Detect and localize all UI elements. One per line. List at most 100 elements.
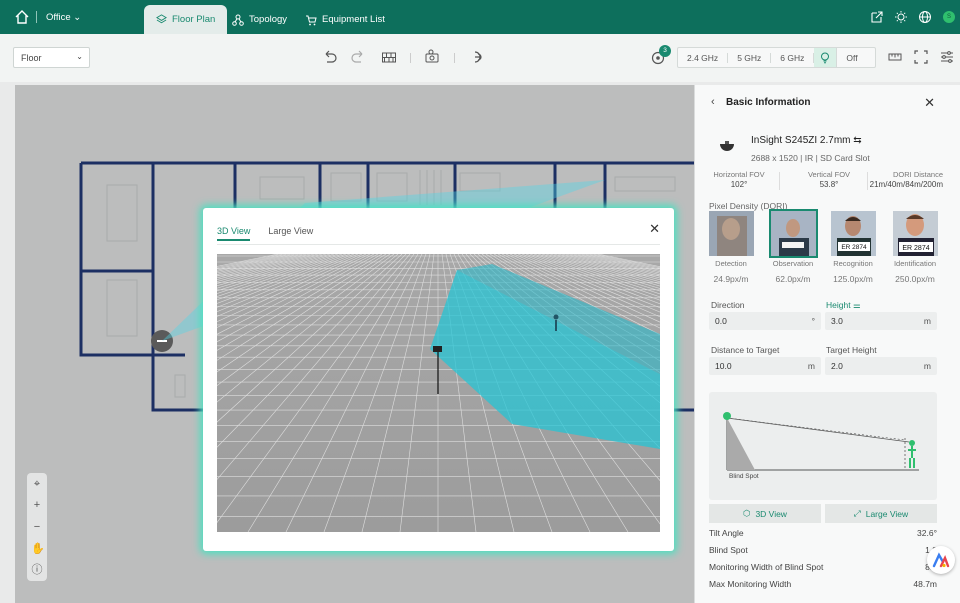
stat-row: Blind Spot1.8 (709, 545, 937, 555)
fov-horizontal: Horizontal FOV 102° (709, 170, 769, 190)
distance-label: Distance to Target (711, 345, 780, 355)
camera-model (433, 346, 442, 352)
dori-label: Observation (772, 259, 814, 268)
3d-scene (217, 254, 660, 532)
band-5ghz[interactable]: 5 GHz (728, 52, 772, 63)
tab-label: Equipment List (322, 14, 385, 25)
field-unit: m (923, 316, 931, 326)
stat-row: Tilt Angle 32.6° (709, 528, 937, 538)
locate-icon[interactable]: ⌖ (31, 478, 43, 490)
distance-input[interactable]: 10.0 m (709, 357, 821, 375)
ruler-icon[interactable] (887, 48, 903, 66)
fov-value: 21m/40m/84m/200m (869, 180, 943, 189)
divider (454, 53, 455, 63)
avatar[interactable]: S (943, 11, 955, 23)
divider (779, 172, 780, 190)
cart-icon (306, 15, 317, 25)
undo-icon[interactable] (322, 48, 338, 66)
redo-icon[interactable] (350, 48, 366, 66)
map-controls: ⌖ + − ✋ ⓘ (27, 473, 47, 581)
settings-sliders-icon[interactable] (939, 48, 955, 66)
dori-thumb-identification[interactable]: ER 2874 (893, 211, 938, 256)
tab-floor-plan[interactable]: Floor Plan (144, 5, 228, 34)
field-value: 0.0 (715, 316, 727, 326)
external-link-icon[interactable] (870, 10, 884, 24)
stat-label: Tilt Angle (709, 528, 744, 538)
stat-value: 32.6° (917, 528, 937, 538)
adjust-icon[interactable]: ⚌ (853, 300, 861, 310)
height-input[interactable]: 3.0 m (825, 312, 937, 330)
heatmap-state[interactable]: Off (837, 53, 866, 63)
3d-viewport[interactable] (217, 254, 660, 532)
assistant-logo-icon (932, 552, 950, 568)
zoom-in-icon[interactable]: + (31, 499, 43, 511)
sun-icon[interactable] (894, 10, 908, 24)
floor-select-value: Floor (21, 53, 42, 63)
camera-icon (720, 141, 734, 151)
stat-label: Blind Spot (709, 545, 748, 555)
hand-pan-icon[interactable]: ✋ (31, 543, 45, 555)
camera-specs: 2688 x 1520 | IR | SD Card Slot (751, 153, 870, 163)
fullscreen-icon[interactable] (913, 48, 929, 66)
dori-distance: DORI Distance 21m/40m/84m/200m (867, 170, 943, 190)
target-height-label: Target Height (826, 345, 877, 355)
floor-select[interactable]: Floor ⌄ (13, 47, 90, 68)
model-text: InSight S245ZI 2.7mm (751, 135, 851, 146)
stat-value: 48.7m (913, 579, 937, 589)
tab-equipment-list[interactable]: Equipment List (293, 5, 397, 34)
divider (36, 11, 37, 23)
dori-thumb-observation[interactable] (769, 209, 818, 258)
close-icon[interactable]: ✕ (649, 221, 660, 237)
info-icon[interactable]: ⓘ (31, 564, 43, 576)
camera-model-name: InSight S245ZI 2.7mm ⇆ (751, 135, 862, 146)
toolbar: Floor ⌄ 3 2.4 GHz 5 GHz 6 GHz Off (0, 34, 960, 82)
home-icon[interactable] (14, 9, 30, 25)
swap-icon[interactable]: ⇆ (853, 135, 861, 146)
wall-icon[interactable] (381, 48, 397, 66)
chevron-down-icon: ⌄ (73, 12, 82, 23)
tab-label: Floor Plan (172, 14, 216, 25)
fov-label: DORI Distance (892, 170, 943, 179)
tab-3d-view[interactable]: 3D View (217, 226, 251, 241)
height-label: Height ⚌ (826, 300, 861, 311)
site-selector[interactable]: Office ⌄ (46, 12, 81, 23)
band-6ghz[interactable]: 6 GHz (771, 52, 815, 63)
dori-label: Identification (893, 259, 937, 268)
camera-add-icon[interactable] (424, 48, 442, 66)
tab-label: Topology (249, 14, 288, 25)
dori-value: 125.0px/m (833, 274, 873, 284)
view-modal: 3D View Large View ✕ (203, 208, 674, 551)
dori-thumb-recognition[interactable]: ER 2874 (831, 211, 876, 256)
back-icon[interactable]: ‹ (711, 96, 715, 108)
band-2-4ghz[interactable]: 2.4 GHz (678, 52, 729, 63)
plate-text: ER 2874 (841, 244, 867, 251)
assistant-button[interactable] (927, 546, 955, 574)
fov-value: 102° (730, 180, 748, 189)
blind-spot-label: Blind Spot (729, 473, 759, 480)
bulb-icon (821, 52, 830, 63)
dori-thumb-detection[interactable] (709, 211, 754, 256)
signal-icon[interactable] (470, 48, 486, 66)
globe-icon[interactable] (918, 10, 932, 24)
chevron-down-icon: ⌄ (76, 52, 83, 61)
tab-large-view[interactable]: Large View (268, 226, 313, 236)
close-icon[interactable]: ✕ (924, 95, 935, 111)
direction-input[interactable]: 0.0 ° (709, 312, 821, 330)
large-view-button[interactable]: ⤢ Large View (825, 504, 937, 523)
heatmap-toggle[interactable] (814, 48, 838, 67)
coverage-diagram: Blind Spot (709, 392, 937, 500)
divider (410, 53, 411, 63)
3d-view-button[interactable]: ⬡ 3D View (709, 504, 821, 523)
dori-label: Detection (715, 259, 747, 268)
field-unit: ° (811, 316, 815, 326)
notification-badge: 3 (659, 45, 671, 57)
zoom-out-icon[interactable]: − (31, 521, 43, 533)
topology-icon (232, 14, 244, 26)
target-height-input[interactable]: 2.0 m (825, 357, 937, 375)
tab-topology[interactable]: Topology (220, 5, 299, 34)
top-bar: Office ⌄ Floor Plan Topology Equipment L… (0, 0, 960, 34)
pixel-density-label: Pixel Density (DORI) (709, 201, 788, 211)
expand-icon: ⤢ (853, 508, 861, 518)
layers-icon (156, 14, 167, 24)
field-unit: m (807, 361, 815, 371)
